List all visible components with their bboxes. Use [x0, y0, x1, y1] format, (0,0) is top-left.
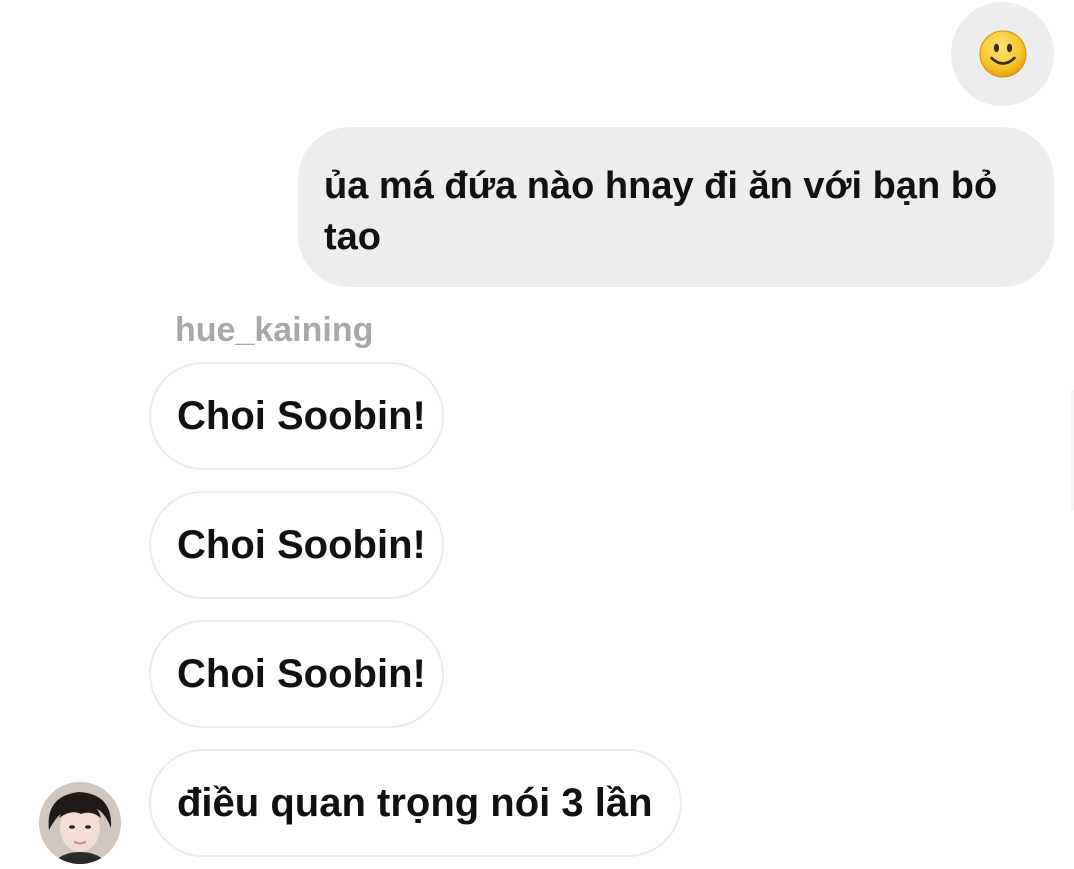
message-text: Choi Soobin! [177, 651, 426, 696]
incoming-message[interactable]: Choi Soobin! [149, 362, 444, 470]
outgoing-text-message[interactable]: ủa má đứa nào hnay đi ăn với bạn bỏ tao [298, 127, 1054, 287]
message-text: Choi Soobin! [177, 393, 426, 438]
message-text: ủa má đứa nào hnay đi ăn với bạn bỏ tao [324, 165, 998, 258]
sender-avatar[interactable] [39, 782, 121, 864]
chat-thread: ủa má đứa nào hnay đi ăn với bạn bỏ tao … [0, 0, 1074, 869]
incoming-message[interactable]: Choi Soobin! [149, 491, 444, 599]
incoming-message[interactable]: Choi Soobin! [149, 620, 444, 728]
message-text: điều quan trọng nói 3 lần [177, 780, 653, 825]
outgoing-emoji-message[interactable] [951, 2, 1054, 106]
incoming-message[interactable]: điều quan trọng nói 3 lần [149, 749, 682, 857]
slightly-smiling-face-icon [978, 29, 1028, 79]
message-text: Choi Soobin! [177, 522, 426, 567]
sender-username: hue_kaining [175, 311, 374, 349]
